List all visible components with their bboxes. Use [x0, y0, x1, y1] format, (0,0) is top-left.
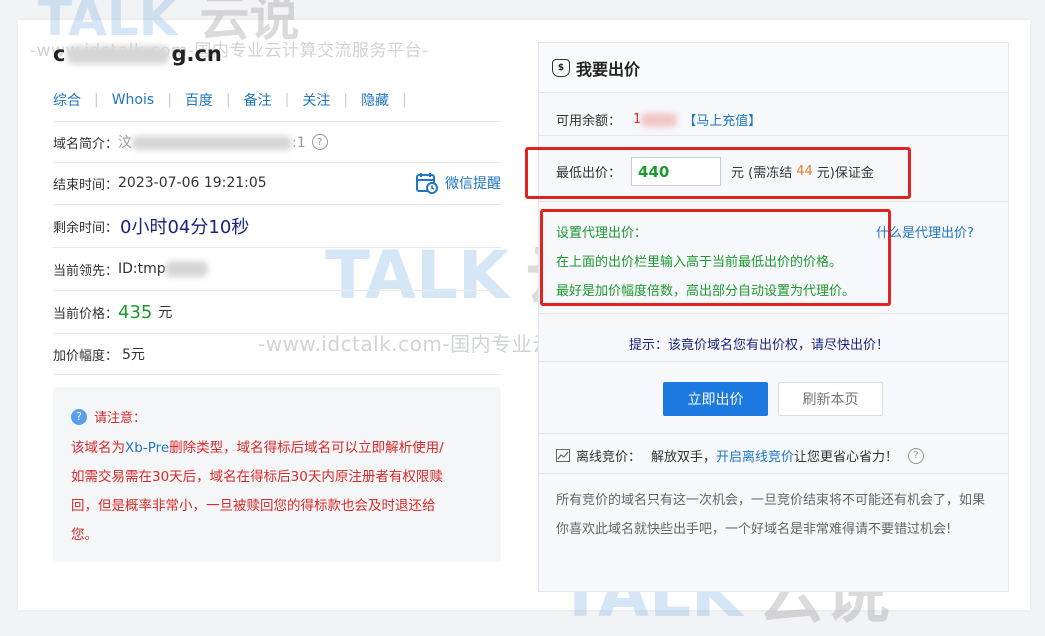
- offline-bid-row: 离线竞价： 解放双手， 开启离线竞价 让您更省心省力！ ?: [556, 446, 925, 465]
- link-separator: |: [94, 92, 99, 108]
- divider: [539, 201, 1008, 202]
- domain-suffix: g.cn: [171, 42, 222, 66]
- domain-name: c g.cn: [53, 42, 222, 66]
- divider: [539, 313, 1008, 314]
- intro-label: 域名简介：: [53, 136, 119, 152]
- link-separator: |: [167, 92, 172, 108]
- redacted-balance: [641, 112, 678, 127]
- redacted-leader: [165, 261, 208, 277]
- offline-text-b: 让您更省心省力！: [794, 450, 899, 465]
- leader-value: ID:tmp: [118, 261, 166, 277]
- leader-label: 当前领先：: [53, 263, 119, 279]
- recharge-link[interactable]: 【马上充值】: [683, 110, 761, 129]
- row-end-time: 结束时间： 2023-07-06 19:21:05 微信提醒: [53, 162, 501, 205]
- link-baidu[interactable]: 百度: [185, 90, 213, 110]
- redacted-domain: [67, 46, 170, 64]
- bid-amount-input[interactable]: [631, 157, 722, 186]
- divider: [539, 433, 1008, 434]
- end-time-value: 2023-07-06 19:21:05: [118, 175, 267, 191]
- bid-panel: $ 我要出价 可用余额： 1 【马上充值】 最低出价： 元 (需冻结 44 元)…: [525, 42, 1009, 592]
- wechat-remind-button[interactable]: 微信提醒: [415, 172, 501, 194]
- refresh-page-button[interactable]: 刷新本页: [778, 382, 883, 416]
- balance-label: 可用余额：: [556, 114, 622, 129]
- balance-value: 1: [633, 112, 642, 127]
- row-increment: 加价幅度： 5元: [53, 334, 501, 375]
- proxy-line-2: 最好是加价幅度倍数，高出部分自动设置为代理价。: [556, 284, 856, 299]
- price-unit: 元: [158, 305, 173, 321]
- redacted-intro: [132, 136, 293, 150]
- deposit-text-a: 元 (需冻结: [731, 166, 793, 181]
- link-overview[interactable]: 综合: [53, 90, 81, 110]
- price-label: 当前价格：: [53, 306, 119, 322]
- help-icon[interactable]: ?: [311, 134, 328, 150]
- link-note[interactable]: 备注: [244, 90, 272, 110]
- proxy-line-1: 在上面的出价栏里输入高于当前最低出价的价格。: [556, 255, 843, 270]
- proxy-title: 设置代理出价：: [556, 226, 648, 241]
- chart-line-icon: [556, 449, 570, 462]
- divider: [539, 135, 1008, 136]
- bid-panel-header: $ 我要出价: [539, 43, 1008, 93]
- balance-row: 可用余额： 1 【马上充值】: [556, 110, 761, 129]
- link-hide[interactable]: 隐藏: [361, 90, 389, 110]
- price-value: 435: [118, 301, 153, 323]
- offline-enable-link[interactable]: 开启离线竞价: [716, 446, 794, 465]
- row-intro: 域名简介： 汶:1 ?: [53, 121, 501, 163]
- domain-prefix: c: [53, 42, 66, 66]
- link-follow[interactable]: 关注: [302, 90, 330, 110]
- bid-footer-text: 所有竞价的域名只有这一次机会，一旦竞价结束将不可能还有机会了，如果你喜欢此域名就…: [556, 493, 986, 537]
- intro-value: 汶:1: [118, 135, 306, 151]
- question-icon: ?: [71, 408, 87, 425]
- remaining-label: 剩余时间：: [53, 220, 119, 236]
- divider: [539, 361, 1008, 362]
- deposit-text-b: 元)保证金: [816, 166, 874, 181]
- increment-label: 加价幅度：: [53, 348, 119, 364]
- notice-title: 请注意：: [94, 411, 147, 426]
- calendar-clock-icon: [416, 173, 438, 194]
- remaining-value: 0小时04分10秒: [120, 217, 250, 238]
- row-price: 当前价格： 435 元: [53, 291, 501, 334]
- link-separator: |: [343, 92, 349, 108]
- end-time-label: 结束时间：: [53, 177, 119, 193]
- row-leader: 当前领先： ID:tmp: [53, 248, 501, 291]
- link-separator: |: [402, 92, 407, 108]
- min-bid-row: 最低出价： 元 (需冻结 44 元)保证金: [556, 157, 874, 186]
- offline-text-a: 解放双手，: [651, 450, 717, 465]
- notice-body: 该域名为Xb-Pre删除类型，域名得标后域名可以立即解析使用/ 如需交易需在30…: [71, 440, 444, 543]
- bid-panel-title: 我要出价: [576, 59, 641, 79]
- submit-bid-button[interactable]: 立即出价: [663, 382, 768, 416]
- row-remaining: 剩余时间： 0小时04分10秒: [53, 205, 501, 248]
- bid-tip: 提示：该竟价域名您有出价权，请尽快出价！: [629, 338, 890, 353]
- offline-label: 离线竞价：: [576, 450, 642, 465]
- link-whois[interactable]: Whois: [112, 92, 154, 108]
- money-bag-icon: $: [552, 58, 570, 77]
- help-icon[interactable]: ?: [908, 447, 925, 464]
- link-separator: |: [225, 92, 231, 108]
- divider: [539, 473, 1008, 474]
- min-bid-label: 最低出价：: [556, 166, 622, 181]
- notice-box: ? 请注意： 该域名为Xb-Pre删除类型，域名得标后域名可以立即解析使用/ 如…: [53, 387, 501, 562]
- link-separator: |: [284, 92, 290, 108]
- notice-header: ? 请注意：: [71, 407, 146, 426]
- deposit-value: 44: [796, 164, 813, 179]
- domain-links: 综合 | Whois | 百度 | 备注 | 关注 | 隐藏 |: [53, 90, 420, 110]
- increment-value: 5元: [122, 347, 145, 363]
- proxy-help-link[interactable]: 什么是代理出价?: [876, 222, 974, 241]
